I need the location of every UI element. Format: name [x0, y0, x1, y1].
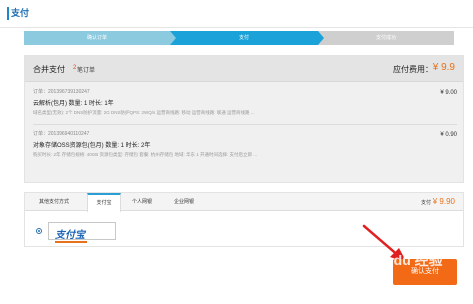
tab-other-payment[interactable]: 其他支付方式 [25, 193, 83, 211]
order-panel: 合并支付 2 笔订单 应付费用： ¥ 9.9 订单：2013967391302​… [24, 55, 464, 183]
confirm-pay-button[interactable]: 确认支付 [393, 259, 457, 285]
watermark-url: jingyan.baidu.com [366, 284, 431, 293]
pay-amount-label: 支付 [420, 200, 431, 206]
tab-alipay[interactable]: 支付宝 [87, 193, 121, 212]
step-pay: 支付 [170, 31, 318, 45]
progress-steps: 确认订单 支付 支付成功 [24, 31, 454, 45]
step-confirm-order: 确认订单 [24, 31, 170, 45]
alipay-radio[interactable] [36, 228, 42, 234]
order-desc: 域名类型(无效): 2个 DNS防护流量: 2G DNS防护QPS: 2WQ/s… [33, 110, 255, 115]
tab-business-bank[interactable]: 企业网银 [165, 193, 203, 211]
order-count-suffix: 笔订单 [77, 68, 96, 74]
order-id: 订单：2013969401102​47 [33, 131, 90, 137]
page-header: 支付 [0, 0, 473, 28]
alipay-option[interactable]: 支付宝 [48, 222, 116, 243]
divider [33, 124, 457, 125]
alipay-logo: 支付宝 [55, 226, 87, 243]
merged-payment-label: 合并支付 [33, 65, 65, 74]
step-chevron [170, 31, 176, 45]
payment-tabs: 其他支付方式 支付宝 个人网银 企业网银 支付 ¥ 9.90 [25, 193, 463, 212]
title-accent-bar [7, 7, 9, 20]
order-summary-header: 合并支付 2 笔订单 应付费用： ¥ 9.9 [25, 56, 463, 82]
pay-amount-value: ¥ 9.90 [432, 197, 455, 206]
step-pay-success: 支付成功 [318, 31, 454, 45]
order-count: 2 [73, 65, 77, 71]
amount-due-value: ¥ 9.9 [432, 62, 455, 73]
order-price: ¥ 9.00 [440, 90, 457, 96]
order-name: 云解析(包月) 数量: 1 时长: 1年 [33, 101, 114, 107]
order-item: 订单：2013969401102​47 对象存储OSS资源包(包月) 数量: 1… [33, 130, 457, 158]
order-price: ¥ 0.90 [440, 132, 457, 138]
order-desc: 购买时长: 2年 存储包规格: 40GB 资源包类型: 存储包 套餐: 杭州存储… [33, 152, 258, 157]
order-id: 订单：2013967391302​47 [33, 89, 90, 95]
page-title: 支付 [11, 8, 30, 18]
order-name: 对象存储OSS资源包(包月) 数量: 1 时长: 2年 [33, 143, 151, 149]
tab-personal-bank[interactable]: 个人网银 [123, 193, 161, 211]
order-item: 订单：2013967391302​47 云解析(包月) 数量: 1 时长: 1年… [33, 88, 457, 116]
amount-due-label: 应付费用： [393, 65, 433, 74]
step-chevron [318, 31, 324, 45]
